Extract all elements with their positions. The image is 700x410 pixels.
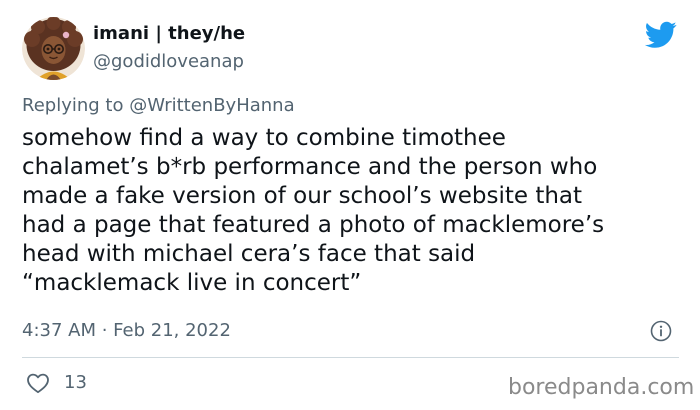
twitter-bird-icon[interactable]	[645, 21, 677, 49]
like-count: 13	[64, 372, 87, 393]
tweet-card: imani | they/he @godidloveanap Replying …	[0, 0, 700, 410]
user-handle[interactable]: @godidloveanap	[93, 51, 244, 72]
reply-context: Replying to @WrittenByHanna	[22, 95, 295, 116]
watermark: boredpanda.com	[508, 375, 695, 400]
tweet-text-line: chalamet’s b*rb performance and the pers…	[22, 154, 598, 180]
tweet-text-line: somehow find a way to combine timothee	[22, 125, 506, 151]
tweet-text: somehow find a way to combine timothee c…	[22, 124, 682, 298]
avatar[interactable]	[22, 17, 85, 80]
display-name[interactable]: imani | they/he	[93, 23, 245, 44]
cartoon-avatar-icon	[22, 17, 85, 80]
tweet-text-line: made a fake version of our school’s webs…	[22, 183, 583, 209]
divider	[22, 357, 679, 358]
reply-prefix: Replying to	[22, 95, 124, 116]
tweet-text-line: had a page that featured a photo of mack…	[22, 212, 605, 238]
info-icon[interactable]	[650, 320, 672, 342]
reply-mention-link[interactable]: @WrittenByHanna	[129, 95, 294, 116]
tweet-text-line: “macklemack live in concert”	[22, 270, 362, 296]
timestamp-link[interactable]: 4:37 AM · Feb 21, 2022	[22, 320, 231, 341]
tweet-text-line: head with michael cera’s face that said	[22, 241, 476, 267]
heart-icon[interactable]	[26, 372, 50, 394]
